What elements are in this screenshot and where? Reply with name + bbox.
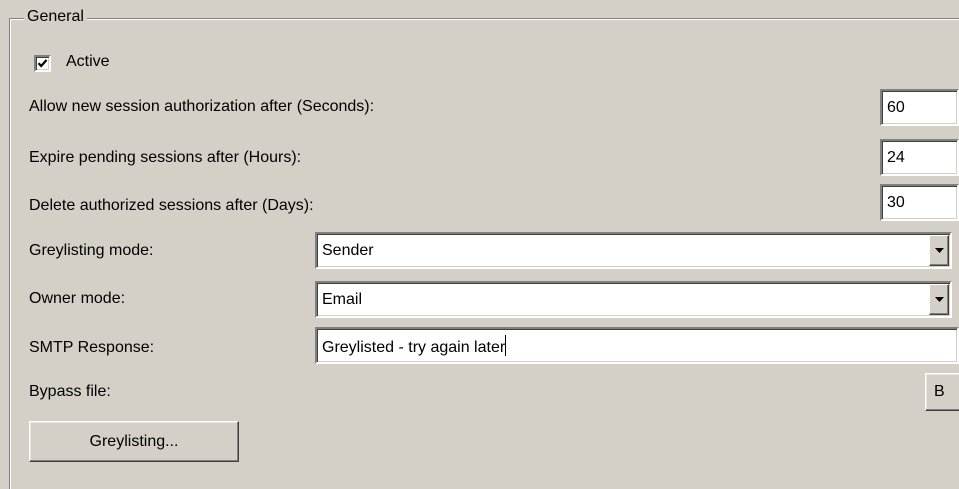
greylisting-settings-panel: General Active Allow new session authori…: [0, 0, 959, 489]
delete-authorized-value: 30: [887, 194, 905, 211]
owner-mode-select[interactable]: Email: [315, 281, 952, 318]
owner-mode-value: Email: [322, 291, 363, 308]
active-label[interactable]: Active: [66, 51, 110, 73]
general-group-title: General: [24, 6, 87, 28]
allow-new-session-input[interactable]: 60: [880, 89, 959, 126]
owner-mode-label: Owner mode:: [29, 290, 126, 307]
greylisting-mode-label: Greylisting mode:: [29, 242, 154, 259]
chevron-down-icon: [935, 248, 944, 253]
greylisting-mode-select[interactable]: Sender: [315, 232, 952, 269]
delete-authorized-input[interactable]: 30: [880, 184, 959, 221]
greylisting-mode-value: Sender: [322, 242, 374, 259]
bypass-file-browse-button[interactable]: B: [925, 373, 959, 411]
smtp-response-value: Greylisted - try again later: [322, 335, 507, 359]
text-caret: [505, 335, 507, 356]
checkmark-icon: [37, 59, 48, 68]
bypass-file-label: Bypass file:: [29, 383, 111, 400]
smtp-response-label: SMTP Response:: [29, 339, 155, 356]
greylisting-mode-dropdown-button[interactable]: [929, 235, 949, 266]
greylisting-button[interactable]: Greylisting...: [29, 421, 239, 462]
expire-pending-input[interactable]: 24: [880, 139, 959, 176]
chevron-down-icon: [935, 297, 944, 302]
allow-new-session-label: Allow new session authorization after (S…: [29, 98, 375, 115]
owner-mode-dropdown-button[interactable]: [929, 284, 949, 315]
active-checkbox[interactable]: [34, 55, 51, 72]
expire-pending-value: 24: [887, 149, 905, 166]
allow-new-session-value: 60: [887, 99, 905, 116]
smtp-response-input[interactable]: Greylisted - try again later: [315, 327, 959, 364]
expire-pending-label: Expire pending sessions after (Hours):: [29, 149, 302, 166]
delete-authorized-label: Delete authorized sessions after (Days):: [29, 197, 314, 214]
